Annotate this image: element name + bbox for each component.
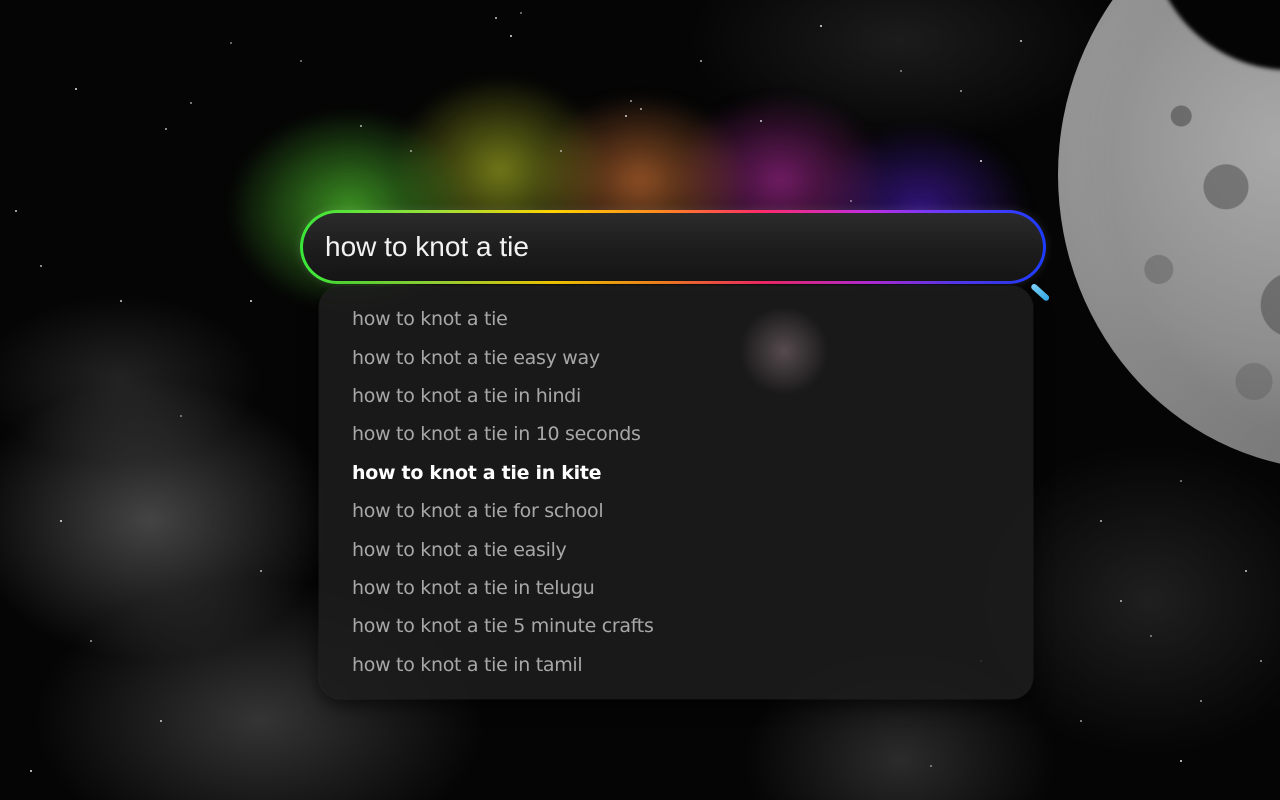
star <box>900 70 902 72</box>
star <box>1020 40 1022 42</box>
star <box>60 520 62 522</box>
star <box>1180 760 1182 762</box>
star <box>820 25 822 27</box>
suggestion-item[interactable]: how to knot a tie easily <box>319 530 1033 568</box>
star <box>160 720 162 722</box>
search-box <box>303 213 1043 281</box>
star <box>260 570 262 572</box>
star <box>410 150 412 152</box>
star <box>1245 570 1247 572</box>
star <box>230 42 232 44</box>
search-bar <box>300 210 1046 284</box>
suggestion-item[interactable]: how to knot a tie in tamil <box>319 646 1033 684</box>
star <box>520 12 522 14</box>
suggestion-item[interactable]: how to knot a tie 5 minute crafts <box>319 607 1033 645</box>
suggestion-item[interactable]: how to knot a tie in kite <box>319 454 1033 492</box>
suggestions-dropdown: how to knot a tie how to knot a tie easy… <box>319 286 1033 699</box>
search-input[interactable] <box>323 230 987 264</box>
star <box>560 150 562 152</box>
star <box>930 765 932 767</box>
star <box>1260 660 1262 662</box>
star <box>1120 600 1122 602</box>
star <box>960 90 962 92</box>
suggestion-item[interactable]: how to knot a tie in 10 seconds <box>319 415 1033 453</box>
star <box>510 35 512 37</box>
star <box>190 102 192 104</box>
star <box>90 640 92 642</box>
star <box>640 108 642 110</box>
star <box>625 115 627 117</box>
star <box>300 60 302 62</box>
star <box>1200 700 1202 702</box>
suggestion-item[interactable]: how to knot a tie for school <box>319 492 1033 530</box>
star <box>850 200 852 202</box>
star <box>75 88 77 90</box>
star <box>760 120 762 122</box>
suggestion-item[interactable]: how to knot a tie in hindi <box>319 377 1033 415</box>
star <box>180 415 182 417</box>
star <box>40 265 42 267</box>
star <box>1150 635 1152 637</box>
star <box>30 770 32 772</box>
star <box>630 100 632 102</box>
space-background: how to knot a tie how to knot a tie easy… <box>0 0 1280 800</box>
star <box>360 125 362 127</box>
star <box>250 300 252 302</box>
star <box>1080 720 1082 722</box>
star <box>15 210 17 212</box>
suggestion-item[interactable]: how to knot a tie easy way <box>319 338 1033 376</box>
star <box>980 160 982 162</box>
star <box>120 300 122 302</box>
suggestion-item[interactable]: how to knot a tie in telugu <box>319 569 1033 607</box>
star <box>1100 520 1102 522</box>
star <box>495 17 497 19</box>
star <box>1180 480 1182 482</box>
star <box>165 128 167 130</box>
suggestion-item[interactable]: how to knot a tie <box>319 300 1033 338</box>
star <box>700 60 702 62</box>
